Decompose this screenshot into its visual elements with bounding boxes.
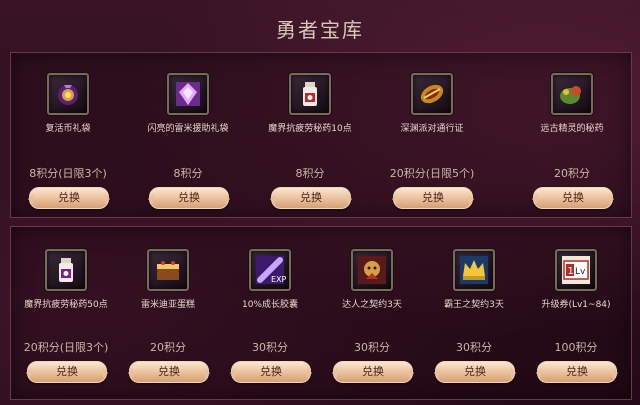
potion-icon[interactable] [289,73,331,115]
item-name: 霸王之契约3天 [444,300,504,310]
item-cost: 8积分 [295,167,325,180]
item-name: 复活币礼袋 [45,124,91,134]
item-cost: 30积分 [252,341,288,354]
svg-text:EXP: EXP [271,275,286,284]
item-cost: 30积分 [456,341,492,354]
exchange-button[interactable]: 兑换 [536,361,618,383]
exchange-button[interactable]: 兑换 [128,361,210,383]
exchange-button[interactable]: 兑换 [28,187,110,209]
item-cost: 8积分(日限3个) [29,167,107,180]
crystal-gift-icon[interactable] [167,73,209,115]
svg-text:1: 1 [568,266,574,277]
shop-item: 复活币礼袋 8积分(日限3个) 兑换 [13,73,123,209]
item-cost: 20积分 [150,341,186,354]
shop-item: 魔界抗疲劳秘药10点 8积分 兑换 [255,73,365,209]
crown-contract-icon[interactable] [453,249,495,291]
shop-item: 雷米迪亚蛋糕 20积分 兑换 [113,249,223,383]
bottom-item-panel: 魔界抗疲劳秘药50点 20积分(日限3个) 兑换 雷米迪亚蛋糕 20积分 兑换 … [10,226,632,400]
shop-item: 1 Lv 升级券(Lv1~84) 100积分 兑换 [521,249,631,383]
item-name: 远古精灵的秘药 [540,124,604,134]
item-name: 闪亮的雷米援助礼袋 [147,124,229,134]
item-name: 雷米迪亚蛋糕 [140,300,195,310]
exchange-button[interactable]: 兑换 [532,187,614,209]
item-name: 10%成长胶囊 [241,300,298,310]
shop-item: EXP 10%成长胶囊 30积分 兑换 [215,249,325,383]
item-name: 达人之契约3天 [342,300,402,310]
item-cost: 20积分 [554,167,590,180]
page-title: 勇者宝库 [276,18,364,42]
shop-item: 达人之契约3天 30积分 兑换 [317,249,427,383]
item-name: 升级券(Lv1~84) [541,300,611,310]
exp-capsule-icon[interactable]: EXP [249,249,291,291]
cake-icon[interactable] [147,249,189,291]
ticket-icon[interactable] [411,73,453,115]
item-cost: 100积分 [554,341,598,354]
item-cost: 20积分(日限3个) [23,341,109,354]
item-name: 魔界抗疲劳秘药50点 [24,300,108,310]
exchange-button[interactable]: 兑换 [148,187,230,209]
shop-item: 远古精灵的秘药 20积分 兑换 [517,73,627,209]
item-cost: 20积分(日限5个) [389,167,475,180]
shop-item: 深渊派对通行证 20积分(日限5个) 兑换 [377,73,487,209]
potion-icon[interactable] [45,249,87,291]
exchange-button[interactable]: 兑换 [26,361,108,383]
shop-item: 魔界抗疲劳秘药50点 20积分(日限3个) 兑换 [11,249,121,383]
exchange-button[interactable]: 兑换 [434,361,516,383]
exchange-button[interactable]: 兑换 [332,361,414,383]
level-ticket-icon[interactable]: 1 Lv [555,249,597,291]
exchange-button[interactable]: 兑换 [392,187,474,209]
shop-item: 闪亮的雷米援助礼袋 8积分 兑换 [133,73,243,209]
coin-bag-icon[interactable] [47,73,89,115]
master-contract-icon[interactable] [351,249,393,291]
exchange-button[interactable]: 兑换 [230,361,312,383]
item-cost: 8积分 [173,167,203,180]
item-name: 深渊派对通行证 [400,124,464,134]
shop-item: 霸王之契约3天 30积分 兑换 [419,249,529,383]
item-name: 魔界抗疲劳秘药10点 [268,124,352,134]
svg-text:Lv: Lv [575,267,586,277]
top-item-panel: 复活币礼袋 8积分(日限3个) 兑换 闪亮的雷米援助礼袋 8积分 兑换 魔界抗疲… [10,52,632,218]
item-cost: 30积分 [354,341,390,354]
exchange-button[interactable]: 兑换 [270,187,352,209]
herb-potion-icon[interactable] [551,73,593,115]
